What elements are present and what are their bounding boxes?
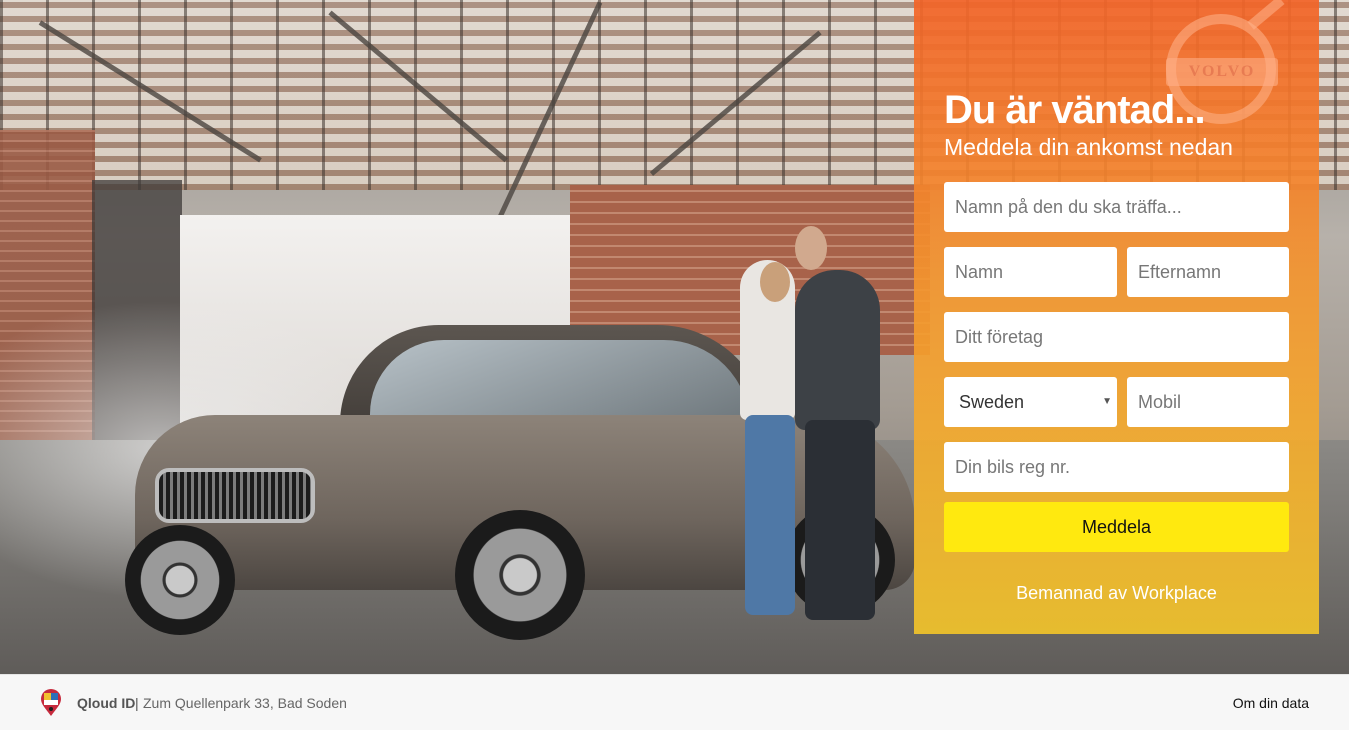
host-name-input[interactable] xyxy=(944,182,1289,232)
woman-jeans xyxy=(745,415,795,615)
volvo-logo-text: VOLVO xyxy=(1188,63,1256,80)
mobile-input[interactable] xyxy=(1127,377,1289,427)
car-grille xyxy=(155,468,315,523)
page-subtitle: Meddela din ankomst nedan xyxy=(944,134,1233,160)
front-left-wheel xyxy=(125,525,235,635)
footer: Qloud ID | Zum Quellenpark 33, Bad Soden… xyxy=(0,674,1349,730)
first-name-input[interactable] xyxy=(944,247,1117,297)
man-head xyxy=(795,226,827,270)
footer-brand: Qloud ID xyxy=(77,695,136,711)
front-right-wheel xyxy=(455,510,585,640)
company-input[interactable] xyxy=(944,312,1289,362)
country-select-value: Sweden xyxy=(959,392,1025,412)
staffed-by-text: Bemannad av Workplace xyxy=(1016,583,1217,603)
submit-button[interactable]: Meddela xyxy=(944,502,1289,552)
woman-head xyxy=(760,262,790,302)
qloud-pin-icon xyxy=(41,689,61,716)
man-shirt xyxy=(795,270,880,430)
car-reg-input[interactable] xyxy=(944,442,1289,492)
chevron-down-icon: ▼ xyxy=(1102,396,1112,407)
footer-separator: | xyxy=(135,695,139,711)
man-trousers xyxy=(805,420,875,620)
footer-address: Zum Quellenpark 33, Bad Soden xyxy=(143,695,347,711)
last-name-input[interactable] xyxy=(1127,247,1289,297)
country-select[interactable]: Sweden ▼ xyxy=(944,377,1117,427)
about-data-link[interactable]: Om din data xyxy=(1233,695,1309,711)
page-title: Du är väntad... xyxy=(944,88,1206,132)
